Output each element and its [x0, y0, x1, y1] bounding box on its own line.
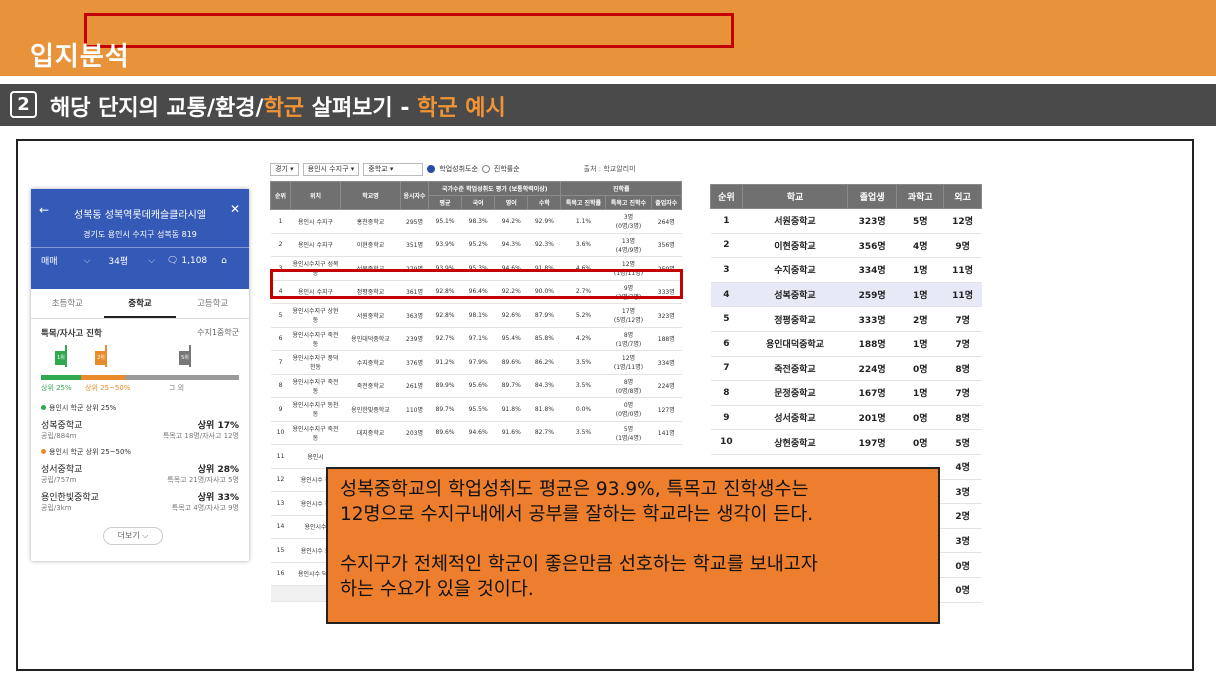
apartment-address: 경기도 용인시 수지구 성복동 819 [83, 230, 197, 239]
group-label: 용인시 학군 상위 25% [41, 403, 239, 413]
comment-icon[interactable]: 🗨 [167, 256, 178, 266]
highlight-row-box [270, 269, 683, 299]
school-district: 수지1중학군 [197, 328, 239, 337]
rank-bar: 1위 2위 5위 상위 25% 상위 25~50% 그 외 [41, 345, 239, 392]
filter-bar: 경기 ▾ 용인시 수지구 ▾ 중학교 ▾ 학업성취도순 진학률순 출처 : 학교… [270, 161, 682, 177]
apartment-name: 성복동 성복역롯데캐슬클라시엘 [74, 210, 206, 221]
table-row: 7 죽전중학교 224명 0명 8명 [710, 356, 982, 382]
table-row: 9 용인시수지구 동천동 용인한빛중학교 110명 89.7% 95.5% 91.8% 81.… [270, 397, 682, 422]
close-icon[interactable]: ✕ [230, 202, 240, 216]
table-row: 6 용인시수지구 죽전동 용인대덕중학교 239명 92.7% 97.1% 95.4% 85.… [270, 327, 682, 351]
home-icon[interactable]: ⌂ [221, 256, 227, 266]
comment-count: 1,108 [181, 255, 208, 266]
table-row: 11 용인시 [270, 444, 682, 469]
content-frame: ← 성복동 성복역롯데캐슬클라시엘 ✕ 경기도 용인시 수지구 성복동 819 … [16, 139, 1194, 671]
table-row: 6 용인대덕중학교 188명 1명 7명 [710, 331, 982, 357]
school-tabs: 초등학교 중학교 고등학교 [31, 289, 249, 319]
list-item[interactable]: 성서중학교 상위 28% 공립/757m 특목고 21명/자사고 5명 [41, 462, 239, 485]
table-row: 8 문정중학교 167명 1명 7명 [710, 380, 982, 406]
table-row: 8 용인시수지구 죽전동 죽전중학교 261명 89.9% 95.6% 89.7% 84.3%… [270, 374, 682, 398]
control-row: 매매 ⌵ 34평 ⌵ 🗨 1,108 ⌂ [31, 247, 249, 273]
group-label: 용인시 학군 상위 25~50% [41, 447, 239, 457]
tab-high[interactable]: 고등학교 [176, 289, 249, 318]
top-banner: 입지분석 [0, 0, 1216, 76]
table-row: 5 용인시수지구 상현동 서원중학교 363명 92.8% 98.1% 92.6% 87.9%… [270, 303, 682, 328]
table-row: 2 용인시 수지구 이현중학교 351명 93.9% 95.2% 94.3% 92.3% 3.6… [270, 233, 682, 257]
section-title: 해당 단지의 교통/환경/학군 살펴보기 - 학군 예시 [50, 96, 506, 121]
source-label: 출처 : 학교알리미 [583, 165, 636, 173]
list-item[interactable]: 성복중학교 상위 17% 공립/884m 특목고 18명/자사고 12명 [41, 418, 239, 441]
flag-icon: 1위 [55, 351, 67, 365]
region-select[interactable]: 경기 ▾ [270, 162, 299, 176]
app-header: ← 성복동 성복역롯데캐슬클라시엘 ✕ 경기도 용인시 수지구 성복동 819 … [31, 189, 249, 289]
page-title: 입지분석 [30, 42, 130, 72]
analysis-callout: 성복중학교의 학업성취도 평균은 93.9%, 특목고 진학생수는 12명으로 … [326, 467, 940, 624]
section-label: 특목/자사고 진학 [41, 329, 102, 339]
flag-icon: 2위 [95, 351, 107, 365]
table-row: 9 성서중학교 201명 0명 8명 [710, 405, 982, 431]
radio-advancement[interactable] [481, 165, 490, 173]
table-row: 10 상현중학교 197명 0명 5명 [710, 429, 982, 455]
deal-type-select[interactable]: 매매 [41, 254, 58, 267]
flag-icon: 5위 [179, 351, 191, 365]
school-section: 특목/자사고 진학 수지1중학군 1위 2위 5위 상위 25% 상위 25~5… [31, 319, 249, 513]
district-select[interactable]: 용인시 수지구 ▾ [302, 162, 360, 176]
table-row: 7 용인시수지구 풍덕천동 수지중학교 376명 91.2% 97.9% 89.6% 86.2… [270, 350, 682, 375]
more-button[interactable]: 더보기 ⌵ [103, 527, 163, 545]
table-row: 1 서원중학교 323명 5명 12명 [710, 208, 982, 234]
chevron-down-icon: ⌵ [148, 255, 155, 266]
tab-middle[interactable]: 중학교 [103, 289, 177, 318]
table-row: 4 성복중학교 259명 1명 11명 [710, 282, 982, 308]
section-header: 2 해당 단지의 교통/환경/학군 살펴보기 - 학군 예시 [0, 84, 1216, 126]
size-select[interactable]: 34평 [108, 254, 128, 267]
list-item[interactable]: 용인한빛중학교 상위 33% 공립/3km 특목고 4명/자사고 9명 [41, 490, 239, 513]
table-row: 10 용인시수지구 죽전동 대지중학교 203명 89.6% 94.6% 91.6% 82.7… [270, 421, 682, 445]
radio-achievement[interactable] [427, 165, 436, 173]
school-type-select[interactable]: 중학교 ▾ [363, 162, 424, 176]
table-row: 3 수지중학교 334명 1명 11명 [710, 257, 982, 283]
phone-app-screenshot: ← 성복동 성복역롯데캐슬클라시엘 ✕ 경기도 용인시 수지구 성복동 819 … [31, 189, 249, 561]
table-row: 1 용인시 수지구 홍천중학교 295명 95.1% 98.3% 94.2% 92.9% 1.1… [270, 209, 682, 234]
tab-elementary[interactable]: 초등학교 [31, 289, 104, 318]
table-row: 5 정평중학교 333명 2명 7명 [710, 306, 982, 332]
section-number: 2 [10, 91, 37, 118]
highlight-box [84, 13, 734, 48]
table-row: 2 이현중학교 356명 4명 9명 [710, 233, 982, 259]
chevron-down-icon: ⌵ [83, 255, 91, 266]
